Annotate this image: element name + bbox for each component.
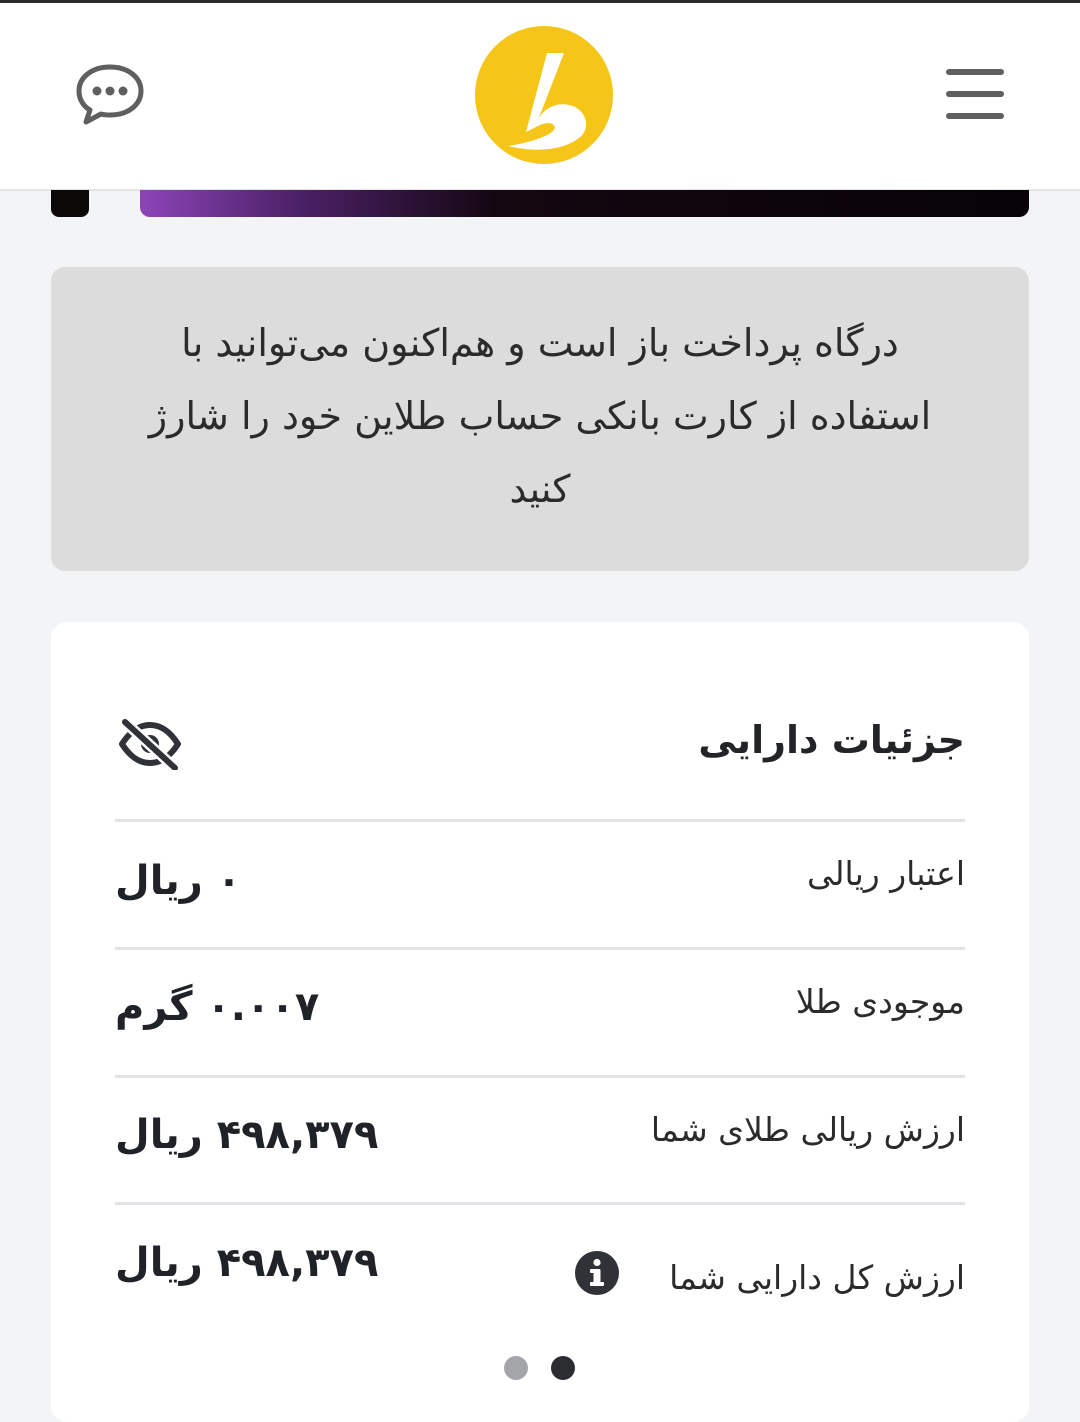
divider — [115, 947, 965, 950]
row-label: ارزش ریالی طلای شما — [650, 1110, 965, 1149]
carousel-banner-edge[interactable] — [51, 190, 89, 217]
row-value: ۰.۰۰۷ گرم — [115, 984, 320, 1030]
hamburger-menu-icon[interactable] — [946, 69, 1004, 119]
row-value: ۴۹۸,۳۷۹ ریال — [115, 1112, 379, 1158]
divider — [115, 1075, 965, 1078]
eye-slash-icon[interactable] — [117, 718, 183, 770]
info-icon[interactable] — [574, 1250, 620, 1296]
payment-notice: درگاه پرداخت باز است و هم‌اکنون می‌توانی… — [51, 267, 1029, 571]
row-label: ارزش کل دارایی شما — [669, 1258, 965, 1297]
asset-details-title: جزئیات دارایی — [698, 718, 965, 762]
row-label: اعتبار ریالی — [807, 854, 965, 893]
row-label: موجودی طلا — [795, 982, 965, 1021]
divider — [115, 819, 965, 822]
app-header — [0, 3, 1080, 191]
pagination-dot[interactable] — [504, 1356, 528, 1380]
row-value: ۰ ریال — [115, 858, 242, 904]
divider — [115, 1202, 965, 1205]
asset-details-card: جزئیات دارایی اعتبار ریالی ۰ ریال موجودی… — [51, 622, 1029, 1422]
pagination-dot-active[interactable] — [551, 1356, 575, 1380]
row-value: ۴۹۸,۳۷۹ ریال — [115, 1240, 379, 1286]
talain-logo-icon[interactable] — [474, 25, 614, 165]
payment-notice-text: درگاه پرداخت باز است و هم‌اکنون می‌توانی… — [148, 321, 932, 511]
chat-bubble-icon[interactable] — [74, 61, 146, 127]
carousel-banner[interactable] — [140, 190, 1029, 217]
